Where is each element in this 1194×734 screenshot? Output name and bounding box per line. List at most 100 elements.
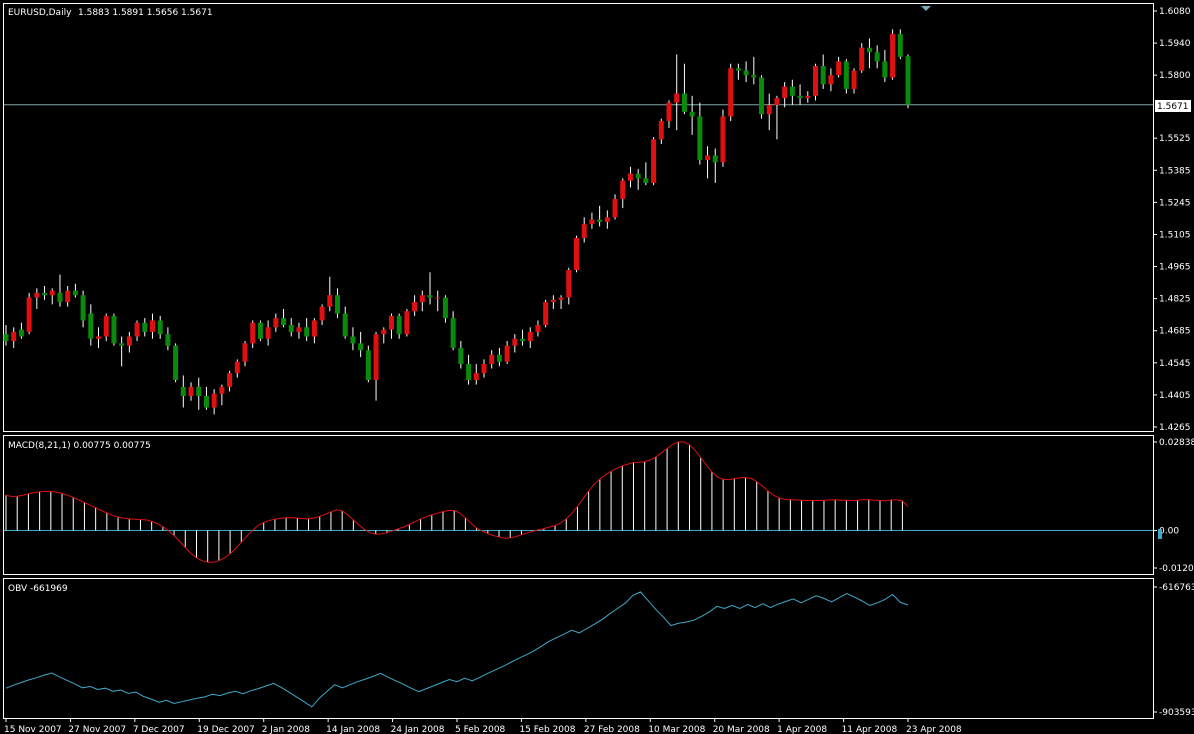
candle-body	[897, 33, 903, 57]
candle-body	[327, 295, 333, 307]
candle-body	[365, 350, 371, 381]
candle-body	[720, 116, 726, 163]
candle-body	[304, 327, 310, 337]
obv-tick-label: -616763	[1159, 583, 1194, 593]
date-tick-label: 1 Apr 2008	[777, 725, 827, 734]
obv-panel-frame	[3, 578, 1154, 719]
price-tick-label: 1.4825	[1159, 295, 1191, 305]
candle-body	[535, 325, 541, 332]
price-tick-label: 1.5800	[1159, 71, 1191, 81]
candle-body	[335, 295, 341, 314]
candle-body	[573, 237, 579, 270]
candle-body	[805, 95, 811, 99]
candle-body	[88, 313, 94, 339]
candle-body	[481, 363, 487, 374]
candle-body	[874, 52, 880, 62]
candle-body	[412, 302, 418, 312]
candle-body	[96, 336, 102, 339]
macd-axis: 0.02838 0.00 -0.01204	[1153, 438, 1194, 574]
candle-body	[566, 269, 572, 298]
price-tick-label: 1.5245	[1159, 198, 1191, 208]
macd-signal-line	[5, 441, 909, 563]
date-tick-label: 19 Dec 2007	[197, 725, 255, 734]
candle-body	[257, 322, 263, 339]
candle-body	[203, 396, 209, 408]
candle-body	[820, 66, 826, 85]
candle-body	[350, 336, 356, 344]
candle-body	[597, 219, 603, 222]
candle-body	[211, 393, 217, 408]
candle-body	[427, 295, 433, 298]
price-tick-label: 1.4405	[1159, 391, 1191, 401]
candle-body	[242, 343, 248, 362]
candle-body	[651, 139, 657, 183]
candle-body	[473, 373, 479, 381]
candle-body	[288, 325, 294, 332]
candle-body	[80, 295, 86, 321]
candle-body	[766, 104, 772, 115]
price-tick-label: 1.5385	[1159, 166, 1191, 176]
date-tick-label: 2 Jan 2008	[262, 725, 310, 734]
candle-body	[612, 198, 618, 218]
candle-body	[42, 292, 48, 296]
date-tick-label: 20 Mar 2008	[713, 725, 770, 734]
candle-body	[589, 219, 595, 225]
candle-body	[358, 343, 364, 351]
candle-body	[173, 345, 179, 381]
candle-body	[57, 292, 63, 303]
candle-body	[751, 75, 757, 78]
candle-body	[496, 354, 502, 362]
candle-body	[111, 315, 117, 344]
candle-body	[728, 68, 734, 117]
candle-body	[72, 290, 78, 296]
ohlc-readout: 1.5883 1.5891 1.5656 1.5671	[78, 8, 213, 18]
price-tick-label: 1.5525	[1159, 134, 1191, 144]
candle-body	[319, 306, 325, 321]
candle-body	[543, 302, 549, 326]
candle-body	[843, 61, 849, 89]
candle-body	[404, 311, 410, 335]
candle-body	[18, 329, 24, 337]
candle-body	[442, 297, 448, 319]
candle-body	[26, 297, 32, 332]
macd-tick-label: 0.02838	[1159, 438, 1194, 448]
candle-body	[759, 77, 765, 115]
candle-body	[512, 338, 518, 346]
price-tick-label: 1.4265	[1159, 423, 1191, 433]
current-price-label: 1.5671	[1157, 102, 1189, 112]
candle-body	[149, 320, 155, 332]
candle-body	[342, 313, 348, 337]
trading-chart: 1.6080 1.5940 1.5800 1.5525 1.5385 1.5245 1.51…	[3, 3, 1194, 734]
date-tick-label: 15 Nov 2007	[4, 725, 62, 734]
candle-body	[119, 343, 125, 346]
candle-body	[134, 322, 140, 337]
macd-zero-marker	[1158, 529, 1162, 539]
candle-body	[11, 331, 17, 342]
chart-title: EURUSD,Daily	[8, 8, 72, 18]
date-tick-label: 23 Apr 2008	[906, 725, 962, 734]
candle-body	[866, 47, 872, 53]
candle-body	[890, 33, 896, 78]
scroll-marker-icon[interactable]	[921, 6, 931, 11]
candle-body	[458, 347, 464, 364]
candle-body	[774, 98, 780, 105]
candle-body	[381, 329, 387, 335]
candle-body	[666, 102, 672, 122]
date-axis: 15 Nov 2007 27 Nov 2007 7 Dec 2007 19 Dec 2…	[4, 718, 962, 734]
candle-body	[142, 322, 148, 332]
candle-body	[373, 334, 379, 381]
date-tick-label: 24 Jan 2008	[391, 725, 445, 734]
candle-body	[450, 318, 456, 348]
obv-title: OBV -661969	[8, 584, 68, 594]
date-tick-label: 10 Mar 2008	[648, 725, 705, 734]
candle-body	[296, 327, 302, 332]
candle-body	[782, 86, 788, 99]
candle-body	[65, 290, 71, 303]
candle-body	[658, 121, 664, 140]
candle-body	[126, 336, 132, 346]
candle-body	[712, 155, 718, 163]
candle-body	[851, 70, 857, 89]
macd-title: MACD(8,21,1) 0.00775 0.00775	[8, 441, 151, 451]
candle-body	[743, 70, 749, 76]
candle-body	[735, 68, 741, 71]
